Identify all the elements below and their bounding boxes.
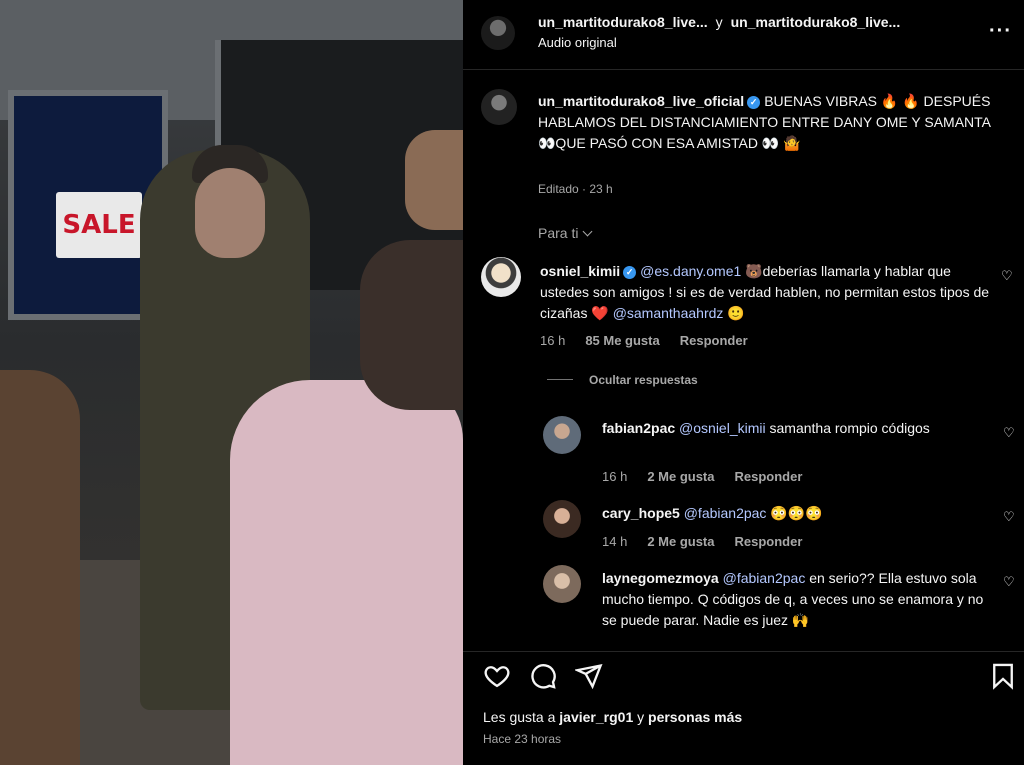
comment-username[interactable]: osniel_kimii [540, 263, 620, 279]
reply-item: laynegomezmoya @fabian2pac en serio?? El… [602, 568, 987, 631]
comment-like-heart-icon[interactable]: ♡ [1001, 269, 1013, 282]
likes-summary[interactable]: Les gusta a javier_rg01 y personas más [483, 709, 742, 725]
for-you-filter[interactable]: Para ti [538, 225, 593, 241]
caption-avatar[interactable] [481, 89, 517, 125]
reply-button[interactable]: Responder [735, 469, 803, 484]
reply-button[interactable]: Responder [735, 534, 803, 549]
hide-replies-label: Ocultar respuestas [589, 373, 698, 387]
media-sale-sign: SALE [56, 192, 142, 258]
comments-scroll[interactable]: un_martitodurako8_live_oficial ✓ BUENAS VI… [463, 71, 1024, 651]
chevron-down-icon [583, 226, 593, 237]
likes-prefix: Les gusta a [483, 709, 560, 725]
verified-icon: ✓ [623, 266, 637, 279]
reply-time: 14 h [602, 534, 628, 549]
comment-likes[interactable]: 85 Me gusta [585, 333, 659, 348]
post-panel: un_martitodurako8_live... y un_martitodura… [463, 0, 1024, 765]
bookmark-icon[interactable] [989, 662, 1017, 690]
media-person-right-head [405, 130, 463, 230]
caption-meta: Editado · 23 h [538, 182, 613, 196]
post-header: un_martitodurako8_live... y un_martitodura… [463, 0, 1024, 70]
reply-text: samantha rompio códigos [765, 420, 930, 436]
header-joiner: y [715, 14, 723, 30]
comment-text-end: 🙂 [723, 305, 745, 321]
hide-replies-button[interactable]: Ocultar respuestas [547, 373, 698, 387]
comment-reply-button[interactable]: Responder [680, 333, 748, 348]
reply-text: 😳😳😳 [766, 505, 823, 521]
divider-line [547, 379, 573, 380]
post-actions: Les gusta a javier_rg01 y personas más H… [463, 651, 1024, 765]
reply-avatar[interactable] [543, 416, 581, 454]
reply-time: 16 h [602, 469, 628, 484]
reply-like-heart-icon[interactable]: ♡ [1003, 575, 1015, 588]
more-horizontal-icon[interactable]: ··· [989, 20, 1012, 43]
comment-meta: 16 h 85 Me gusta Responder [540, 333, 768, 348]
post-timestamp: Hace 23 horas [483, 732, 562, 746]
comment-mention-2[interactable]: @samanthaahrdz [613, 305, 724, 321]
heart-icon[interactable] [483, 662, 511, 690]
reply-meta: 14 h 2 Me gusta Responder [602, 534, 822, 549]
reply-username[interactable]: cary_hope5 [602, 505, 680, 521]
reply-likes[interactable]: 2 Me gusta [647, 534, 714, 549]
media-person-hoodie-head [360, 240, 463, 410]
reply-likes[interactable]: 2 Me gusta [647, 469, 714, 484]
reply-meta: 16 h 2 Me gusta Responder [602, 469, 822, 484]
comment-item: osniel_kimii ✓ @es.dany.ome1 🐻deberías lla… [540, 261, 990, 324]
audio-link[interactable]: Audio original [538, 35, 617, 50]
header-authors: un_martitodurako8_live... y un_martitodura… [538, 14, 900, 30]
reply-username[interactable]: laynegomezmoya [602, 570, 719, 586]
reply-avatar[interactable] [543, 500, 581, 538]
likes-mid: y [633, 709, 649, 725]
likes-others[interactable]: personas más [648, 709, 742, 725]
caption-username[interactable]: un_martitodurako8_live_oficial [538, 93, 744, 109]
comment-mention[interactable]: @es.dany.ome1 [640, 263, 741, 279]
reply-mention[interactable]: @osniel_kimii [679, 420, 766, 436]
verified-icon: ✓ [747, 96, 761, 109]
header-author-1[interactable]: un_martitodurako8_live... [538, 14, 708, 30]
media-person-head [195, 168, 265, 258]
comment-icon[interactable] [529, 662, 557, 690]
author-avatar[interactable] [481, 16, 515, 50]
reply-avatar[interactable] [543, 565, 581, 603]
media-person-left [0, 370, 80, 765]
comment-time: 16 h [540, 333, 566, 348]
reply-mention[interactable]: @fabian2pac [684, 505, 767, 521]
reply-item: fabian2pac @osniel_kimii samantha rompio… [602, 418, 987, 439]
reply-like-heart-icon[interactable]: ♡ [1003, 510, 1015, 523]
comment-avatar[interactable] [481, 257, 521, 297]
reply-username[interactable]: fabian2pac [602, 420, 675, 436]
post-media[interactable]: SALE [0, 0, 463, 765]
reply-mention[interactable]: @fabian2pac [723, 570, 806, 586]
post-caption: un_martitodurako8_live_oficial ✓ BUENAS VI… [538, 91, 998, 154]
share-icon[interactable] [575, 662, 603, 690]
liker-username[interactable]: javier_rg01 [559, 709, 633, 725]
reply-like-heart-icon[interactable]: ♡ [1003, 426, 1015, 439]
for-you-label: Para ti [538, 225, 579, 241]
header-author-2[interactable]: un_martitodurako8_live... [731, 14, 901, 30]
reply-item: cary_hope5 @fabian2pac 😳😳😳 [602, 503, 987, 524]
media-person-hoodie [230, 380, 463, 765]
